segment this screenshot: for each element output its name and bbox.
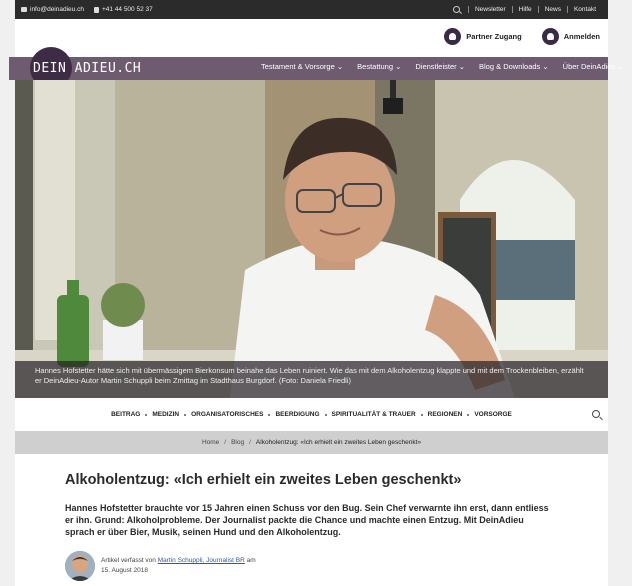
category-spiritualitaet[interactable]: SPIRITUALITÄT & TRAUER bbox=[332, 411, 416, 418]
nav-item-dienstleister[interactable]: Dienstleister ⌄ bbox=[415, 62, 465, 71]
hero-caption: Hannes Hofstetter hätte sich mit übermäs… bbox=[15, 361, 608, 398]
author-link[interactable]: Martin Schuppli, Journalist BR bbox=[158, 557, 245, 564]
category-vorsorge[interactable]: VORSORGE bbox=[474, 411, 512, 418]
nav-item-ueber[interactable]: Über DeinAdieu ⌄ bbox=[563, 62, 624, 71]
phone-icon bbox=[93, 6, 99, 13]
hero-image: Hannes Hofstetter hätte sich mit übermäs… bbox=[15, 80, 608, 398]
link-news[interactable]: News bbox=[537, 6, 567, 13]
category-beerdigung[interactable]: BEERDIGUNG bbox=[275, 411, 319, 418]
link-kontakt[interactable]: Kontakt bbox=[566, 6, 602, 13]
header: Partner Zugang Anmelden bbox=[15, 19, 608, 57]
category-separator bbox=[420, 413, 423, 416]
category-organisatorisches[interactable]: ORGANISATORISCHES bbox=[191, 411, 263, 418]
search-icon[interactable] bbox=[452, 6, 460, 13]
contact-email[interactable]: info@deinadieu.ch bbox=[21, 6, 84, 13]
user-icon bbox=[541, 28, 559, 45]
article-date: 15. August 2018 bbox=[101, 567, 148, 574]
partner-access-button[interactable]: Partner Zugang bbox=[444, 28, 522, 45]
author-box: Artikel verfasst von Martin Schuppli, Jo… bbox=[65, 551, 256, 581]
category-separator bbox=[324, 413, 327, 416]
nav-item-testament[interactable]: Testament & Vorsorge ⌄ bbox=[261, 62, 343, 71]
category-bar: BEITRAG MEDIZIN ORGANISATORISCHES BEERDI… bbox=[15, 398, 608, 431]
nav-menu: Testament & Vorsorge ⌄ Bestattung ⌄ Dien… bbox=[247, 62, 624, 71]
category-regionen[interactable]: REGIONEN bbox=[428, 411, 463, 418]
search-icon[interactable] bbox=[592, 410, 600, 418]
category-beitrag[interactable]: BEITRAG bbox=[111, 411, 140, 418]
hero-photo bbox=[15, 80, 608, 398]
mail-icon bbox=[21, 7, 27, 12]
logo-text[interactable]: DEIN ADIEU.CH bbox=[33, 61, 141, 76]
breadcrumb-blog[interactable]: Blog bbox=[231, 439, 244, 446]
article-title: Alkoholentzug: «Ich erhielt ein zweites … bbox=[65, 472, 462, 488]
category-separator bbox=[268, 413, 271, 416]
category-medizin[interactable]: MEDIZIN bbox=[152, 411, 179, 418]
contact-phone[interactable]: +41 44 500 52 37 bbox=[93, 6, 153, 13]
nav-item-blog[interactable]: Blog & Downloads ⌄ bbox=[479, 62, 549, 71]
breadcrumb-current: Alkoholentzug: «Ich erhielt ein zweites … bbox=[255, 439, 422, 446]
category-separator bbox=[145, 413, 148, 416]
category-separator bbox=[184, 413, 187, 416]
nav-item-bestattung[interactable]: Bestattung ⌄ bbox=[357, 62, 401, 71]
category-separator bbox=[467, 413, 470, 416]
avatar bbox=[65, 551, 95, 581]
link-hilfe[interactable]: Hilfe bbox=[511, 6, 538, 13]
link-newsletter[interactable]: Newsletter bbox=[467, 6, 512, 13]
top-bar: info@deinadieu.ch +41 44 500 52 37 Newsl… bbox=[15, 0, 608, 19]
login-button[interactable]: Anmelden bbox=[541, 28, 600, 45]
breadcrumb-home[interactable]: Home bbox=[202, 439, 219, 446]
partner-icon bbox=[444, 28, 462, 45]
article-lead: Hannes Hofstetter brauchte vor 15 Jahren… bbox=[65, 503, 549, 537]
breadcrumb: Home / Blog / Alkoholentzug: «Ich erhiel… bbox=[15, 431, 608, 454]
article: Alkoholentzug: «Ich erhielt ein zweites … bbox=[15, 454, 608, 586]
